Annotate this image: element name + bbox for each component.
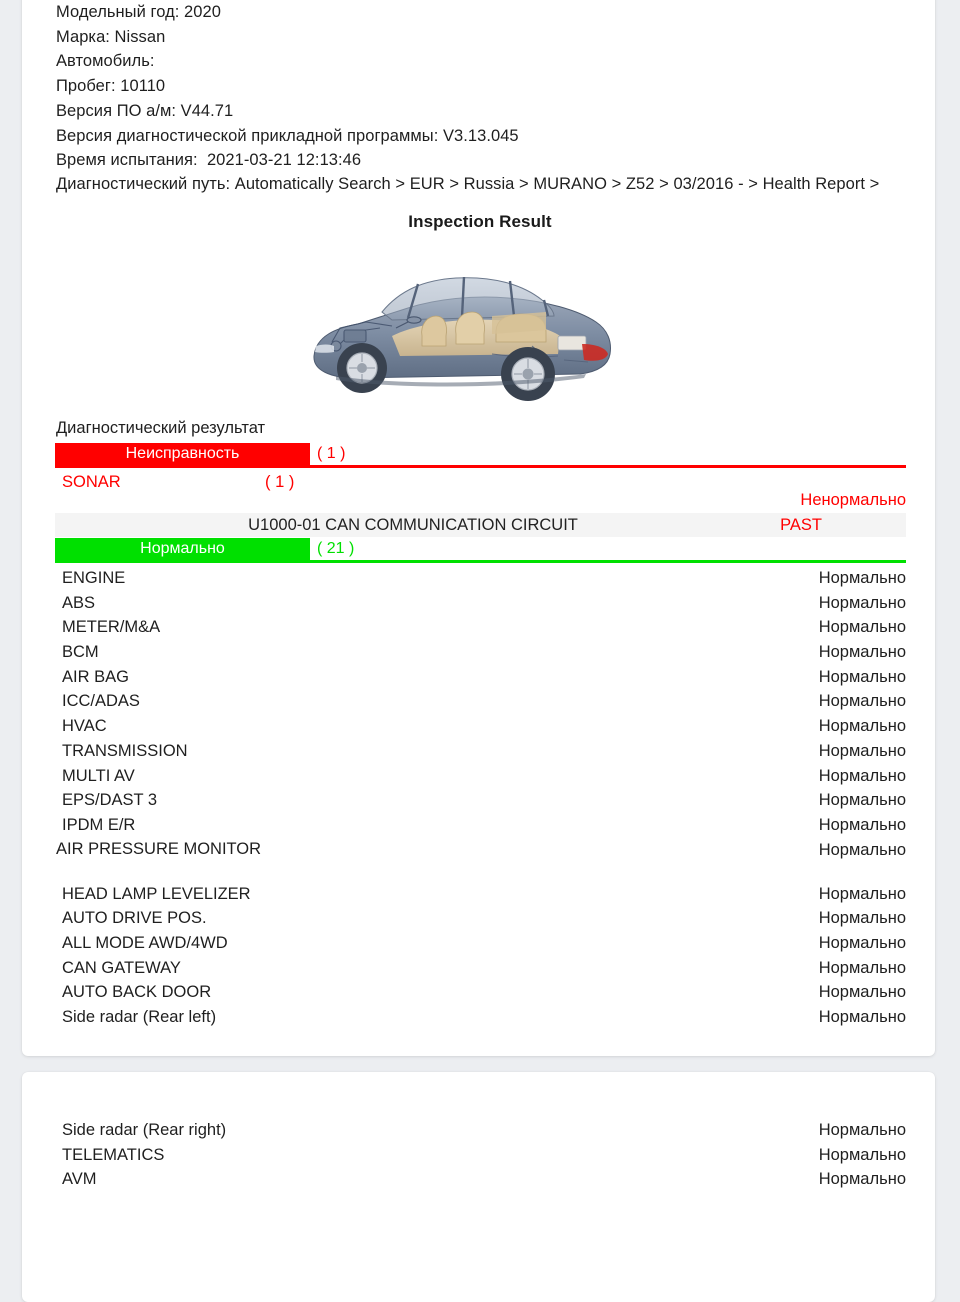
module-status: Нормально bbox=[818, 717, 906, 736]
normal-bar-count: ( 21 ) bbox=[317, 540, 355, 557]
table-row: CAN GATEWAY Нормально bbox=[55, 956, 906, 981]
module-status: Нормально bbox=[818, 791, 906, 810]
module-status-list-page-2: Side radar (Rear right) Нормально TELEMA… bbox=[55, 1118, 906, 1192]
table-row: ALL MODE AWD/4WD Нормально bbox=[55, 931, 906, 956]
module-name: IPDM E/R bbox=[62, 815, 136, 834]
table-row: ICC/ADAS Нормально bbox=[55, 689, 906, 714]
module-name: BCM bbox=[62, 643, 99, 662]
table-row: HEAD LAMP LEVELIZER Нормально bbox=[55, 882, 906, 907]
module-name: TRANSMISSION bbox=[62, 741, 188, 760]
module-status: Нормально bbox=[818, 1170, 906, 1189]
vehicle-info-block: Модельный год: 2020 Марка: Nissan Автомо… bbox=[56, 0, 906, 195]
normal-bar-underline bbox=[55, 560, 906, 563]
module-status: Нормально bbox=[818, 766, 906, 785]
info-diagnostic-path: Диагностический путь: Automatically Sear… bbox=[56, 174, 880, 193]
normal-summary-bar: Нормально ( 21 ) bbox=[55, 538, 906, 563]
dtc-status-text: PAST bbox=[780, 516, 822, 534]
module-name: AIR PRESSURE MONITOR bbox=[56, 839, 262, 858]
module-name: AUTO DRIVE POS. bbox=[62, 909, 207, 928]
normal-bar-label: Нормально bbox=[55, 538, 310, 560]
table-row: MULTI AV Нормально bbox=[55, 764, 906, 789]
module-status: Нормально bbox=[818, 1145, 906, 1164]
module-status: Нормально bbox=[818, 983, 906, 1002]
module-status: Нормально bbox=[818, 1121, 906, 1139]
module-status: Нормально bbox=[818, 643, 906, 662]
info-make: Марка: Nissan bbox=[56, 27, 166, 46]
module-name: Side radar (Rear left) bbox=[62, 1008, 217, 1026]
table-row: ABS Нормально bbox=[55, 591, 906, 616]
table-row: TELEMATICS Нормально bbox=[55, 1143, 906, 1168]
module-name: HEAD LAMP LEVELIZER bbox=[62, 884, 251, 903]
fault-summary-bar: Неисправность ( 1 ) bbox=[55, 443, 906, 468]
table-row: Side radar (Rear right) Нормально bbox=[55, 1118, 906, 1143]
module-status: Нормально bbox=[818, 569, 906, 587]
module-name: METER/M&A bbox=[62, 618, 161, 637]
module-name: AVM bbox=[62, 1170, 97, 1189]
module-status: Нормально bbox=[818, 593, 906, 612]
table-row: AUTO DRIVE POS. Нормально bbox=[55, 906, 906, 931]
fault-system-name: SONAR bbox=[62, 473, 121, 491]
info-model-year: Модельный год: 2020 bbox=[56, 3, 221, 21]
info-test-time: Время испытания: 2021-03-21 12:13:46 bbox=[56, 151, 362, 170]
table-row: EPS/DAST 3 Нормально bbox=[55, 788, 906, 813]
table-row: AIR BAG Нормально bbox=[55, 665, 906, 690]
module-name: ICC/ADAS bbox=[62, 692, 140, 711]
module-name: Side radar (Rear right) bbox=[62, 1121, 227, 1139]
module-status: Нормально bbox=[818, 1008, 906, 1026]
table-row: TRANSMISSION Нормально bbox=[55, 739, 906, 764]
table-row: METER/M&A Нормально bbox=[55, 615, 906, 640]
info-vehicle: Автомобиль: bbox=[56, 52, 155, 71]
abnormal-status-label: Ненормально bbox=[800, 491, 906, 509]
info-diagnostic-app-version: Версия диагностической прикладной програ… bbox=[56, 126, 519, 145]
module-status: Нормально bbox=[818, 815, 906, 834]
module-status: Нормально bbox=[818, 667, 906, 686]
module-name: MULTI AV bbox=[62, 766, 135, 785]
module-name: TELEMATICS bbox=[62, 1145, 165, 1164]
module-status: Нормально bbox=[818, 741, 906, 760]
cutaway-car-icon bbox=[296, 250, 626, 410]
inspection-result-title: Inspection Result bbox=[408, 212, 552, 231]
fault-bar-label: Неисправность bbox=[55, 443, 310, 465]
table-row: BCM Нормально bbox=[55, 640, 906, 665]
table-row: AUTO BACK DOOR Нормально bbox=[55, 980, 906, 1005]
fault-system-count: ( 1 ) bbox=[265, 473, 295, 491]
module-name: CAN GATEWAY bbox=[62, 958, 181, 977]
table-row: Side radar (Rear left) Нормально bbox=[55, 1005, 906, 1030]
table-row: AVM Нормально bbox=[55, 1167, 906, 1192]
table-row: ENGINE Нормально bbox=[55, 566, 906, 591]
dtc-row: U1000-01 CAN COMMUNICATION CIRCUIT PAST bbox=[55, 513, 906, 537]
module-status: Нормально bbox=[818, 840, 906, 859]
info-mileage: Пробег: 10110 bbox=[56, 77, 166, 96]
module-name: ENGINE bbox=[62, 569, 126, 587]
module-status: Нормально bbox=[818, 933, 906, 952]
module-name: ABS bbox=[62, 593, 96, 612]
module-name: AUTO BACK DOOR bbox=[62, 983, 212, 1002]
module-status: Нормально bbox=[818, 618, 906, 637]
module-name: HVAC bbox=[62, 717, 107, 736]
module-status: Нормально bbox=[818, 958, 906, 977]
info-vehicle-software-version: Версия ПО а/м: V44.71 bbox=[56, 101, 234, 120]
fault-bar-count: ( 1 ) bbox=[317, 445, 346, 462]
module-name: AIR BAG bbox=[62, 667, 129, 686]
report-page: Модельный год: 2020 Марка: Nissan Автомо… bbox=[0, 0, 960, 1302]
module-status-list-page-1: ENGINE Нормально ABS Нормально METER/M&A… bbox=[55, 566, 906, 1030]
module-name: ALL MODE AWD/4WD bbox=[62, 933, 228, 952]
table-row: IPDM E/R Нормально bbox=[55, 813, 906, 838]
table-row: AIR PRESSURE MONITOR Нормально bbox=[55, 838, 906, 882]
table-row: HVAC Нормально bbox=[55, 714, 906, 739]
module-name: EPS/DAST 3 bbox=[62, 791, 158, 810]
module-status: Нормально bbox=[818, 909, 906, 928]
diagnostic-result-label: Диагностический результат bbox=[56, 419, 266, 437]
module-status: Нормально bbox=[818, 692, 906, 711]
module-status: Нормально bbox=[818, 884, 906, 903]
dtc-code-text: U1000-01 CAN COMMUNICATION CIRCUIT bbox=[248, 516, 578, 534]
fault-bar-underline bbox=[55, 465, 906, 468]
